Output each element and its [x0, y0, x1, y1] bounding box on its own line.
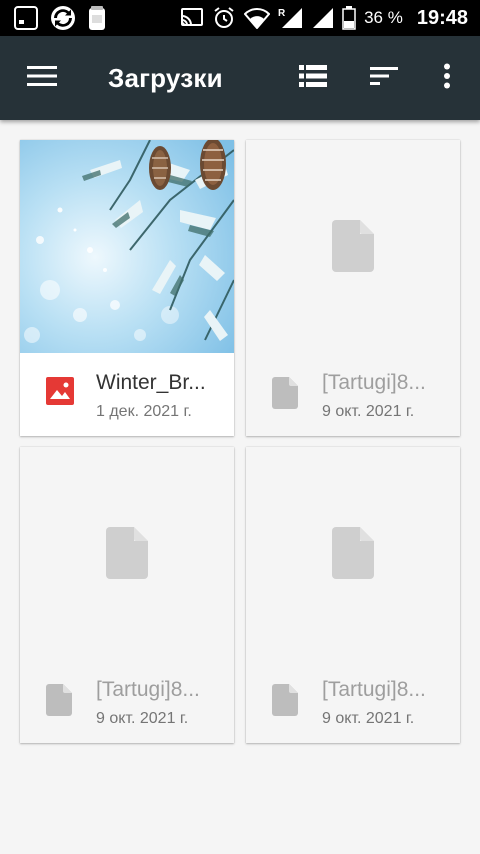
clock: 19:48 [416, 6, 468, 29]
file-name: [Tartugi]8... [322, 371, 426, 394]
battery-icon [342, 6, 356, 30]
notification-icon [14, 6, 38, 30]
file-date: 1 дек. 2021 г. [96, 403, 192, 420]
document-placeholder-icon [332, 527, 374, 584]
file-name: [Tartugi]8... [322, 678, 426, 701]
file-date: 9 окт. 2021 г. [96, 710, 189, 727]
signal-roaming-icon: R [278, 6, 304, 30]
document-file-icon [272, 684, 298, 721]
card-footer: [Tartugi]8... 9 окт. 2021 г. [246, 660, 460, 743]
file-card[interactable]: Winter_Br... 1 дек. 2021 г. [20, 140, 234, 436]
file-date: 9 окт. 2021 г. [322, 403, 415, 420]
file-card[interactable]: [Tartugi]8... 9 окт. 2021 г. [246, 140, 460, 436]
cast-icon [180, 8, 204, 28]
file-card[interactable]: [Tartugi]8... 9 окт. 2021 г. [20, 447, 234, 743]
page-title: Загрузки [108, 63, 223, 93]
file-date: 9 окт. 2021 г. [322, 710, 415, 727]
more-vert-icon [443, 63, 451, 94]
sort-icon [370, 66, 398, 91]
card-footer: [Tartugi]8... 9 окт. 2021 г. [246, 353, 460, 436]
document-placeholder-icon [332, 220, 374, 277]
alarm-icon [212, 6, 236, 30]
roaming-label: R [278, 8, 286, 19]
file-name: [Tartugi]8... [96, 678, 200, 701]
document-placeholder-icon [106, 527, 148, 584]
image-file-icon [46, 377, 74, 410]
card-footer: [Tartugi]8... 9 окт. 2021 г. [20, 660, 234, 743]
menu-button[interactable] [14, 36, 70, 120]
file-name: Winter_Br... [96, 371, 206, 394]
file-card[interactable]: [Tartugi]8... 9 окт. 2021 г. [246, 447, 460, 743]
signal-icon [312, 7, 334, 29]
status-bar: R 36 % 19:48 [0, 0, 480, 36]
app-toolbar: Загрузки [0, 36, 480, 120]
image-thumbnail [20, 140, 234, 353]
menu-icon [27, 65, 57, 92]
document-file-icon [272, 377, 298, 414]
sync-icon [50, 5, 76, 31]
card-footer: Winter_Br... 1 дек. 2021 г. [20, 353, 234, 436]
more-options-button[interactable] [419, 36, 475, 120]
wifi-icon [244, 7, 271, 29]
document-file-icon [46, 684, 72, 721]
list-view-icon [299, 64, 327, 93]
battery-percent: 36 % [364, 8, 403, 27]
list-view-button[interactable] [285, 36, 341, 120]
sort-button[interactable] [356, 36, 412, 120]
sim-card-icon [88, 5, 106, 31]
